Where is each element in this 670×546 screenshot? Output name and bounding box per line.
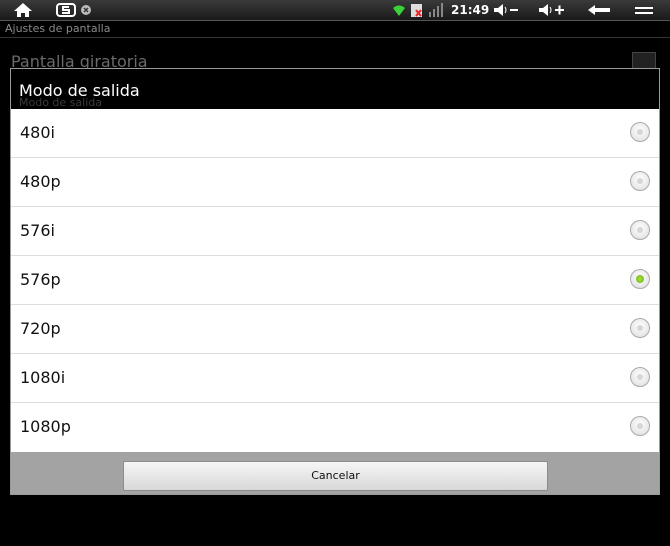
cancel-button[interactable]: Cancelar xyxy=(123,461,548,491)
option-label: 480i xyxy=(20,123,55,142)
radio-button[interactable] xyxy=(630,171,650,191)
radio-button[interactable] xyxy=(630,220,650,240)
radio-dot xyxy=(637,325,643,331)
option-row[interactable]: 480p xyxy=(11,158,659,207)
option-label: 1080i xyxy=(20,368,66,387)
close-small-icon[interactable] xyxy=(80,2,92,18)
signal-icon xyxy=(428,2,444,18)
radio-dot xyxy=(637,374,643,380)
radio-button[interactable] xyxy=(630,367,650,387)
radio-dot xyxy=(637,178,643,184)
option-label: 720p xyxy=(20,319,61,338)
option-label: 480p xyxy=(20,172,61,191)
option-label: 1080p xyxy=(20,417,71,436)
option-label: 576i xyxy=(20,221,55,240)
option-label: 576p xyxy=(20,270,61,289)
radio-button-selected[interactable] xyxy=(630,269,650,289)
clock-time: 21:49 xyxy=(451,3,490,17)
radio-dot xyxy=(637,129,643,135)
s-app-icon[interactable] xyxy=(56,2,76,18)
dialog-title: Modo de salida xyxy=(19,81,140,100)
radio-button[interactable] xyxy=(630,416,650,436)
settings-screen-title: Ajustes de pantalla xyxy=(5,22,111,35)
radio-dot xyxy=(637,423,643,429)
option-row[interactable]: 1080p xyxy=(11,403,659,452)
radio-button[interactable] xyxy=(630,122,650,142)
option-row[interactable]: 1080i xyxy=(11,354,659,403)
menu-icon[interactable] xyxy=(634,2,654,18)
volume-down-icon[interactable] xyxy=(492,2,520,18)
wifi-icon xyxy=(391,2,407,18)
option-row[interactable]: 576i xyxy=(11,207,659,256)
option-row[interactable]: 720p xyxy=(11,305,659,354)
status-bar: 21:49 xyxy=(0,0,670,21)
output-mode-dialog: Modo de salida Modo de salida 480i 480p … xyxy=(10,68,660,495)
option-row[interactable]: 480i xyxy=(11,109,659,158)
divider xyxy=(0,37,670,38)
option-row[interactable]: 576p xyxy=(11,256,659,305)
dialog-header: Modo de salida Modo de salida xyxy=(11,69,659,109)
output-mode-list: 480i 480p 576i 576p 720p 1080i 1080p xyxy=(11,109,659,452)
dialog-footer: Cancelar xyxy=(11,452,659,494)
radio-dot xyxy=(637,227,643,233)
radio-dot xyxy=(636,275,644,283)
home-icon[interactable] xyxy=(13,2,33,18)
back-icon[interactable] xyxy=(586,2,612,18)
radio-button[interactable] xyxy=(630,318,650,338)
sd-card-icon xyxy=(410,2,424,18)
volume-up-icon[interactable] xyxy=(537,2,567,18)
